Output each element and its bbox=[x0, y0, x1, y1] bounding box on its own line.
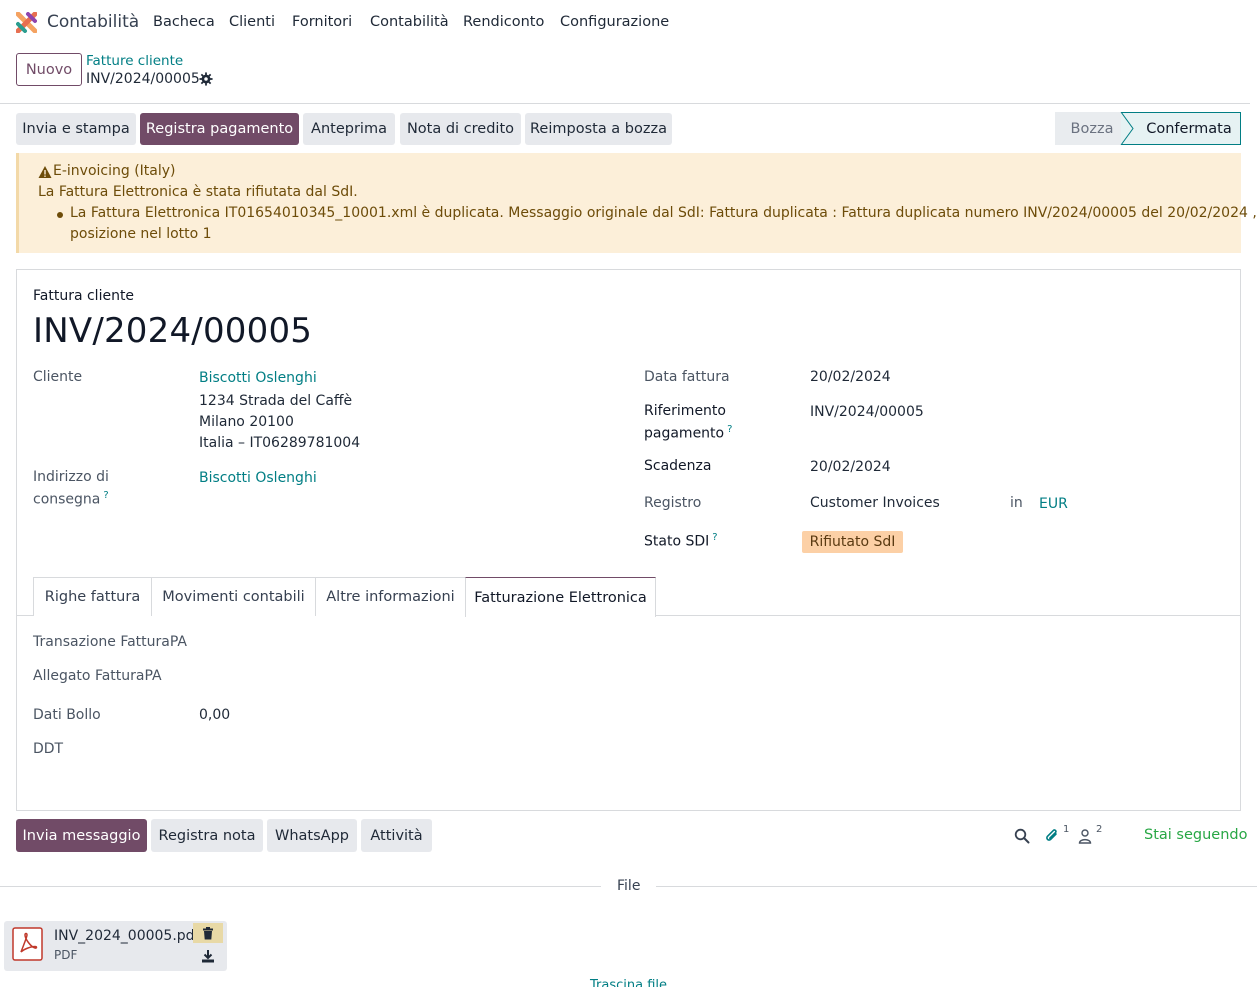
breadcrumb-parent[interactable]: Fatture cliente bbox=[86, 53, 183, 69]
document-name: INV/2024/00005 bbox=[33, 311, 313, 351]
whatsapp-button[interactable]: WhatsApp bbox=[267, 819, 357, 852]
help-icon[interactable]: ? bbox=[103, 490, 108, 501]
ddt-label: DDT bbox=[33, 741, 64, 757]
fatturapa-transaction-label: Transazione FatturaPA bbox=[33, 634, 187, 650]
menu-fornitori[interactable]: Fornitori bbox=[292, 14, 352, 30]
invoice-date-label: Data fattura bbox=[644, 369, 730, 385]
user-icon[interactable] bbox=[1077, 828, 1093, 844]
preview-button[interactable]: Anteprima bbox=[303, 113, 395, 145]
due-date-label: Scadenza bbox=[644, 458, 712, 474]
address-line1: 1234 Strada del Caffè bbox=[199, 393, 353, 409]
due-date-field[interactable]: 20/02/2024 bbox=[810, 459, 891, 475]
payment-ref-field[interactable]: INV/2024/00005 bbox=[810, 404, 924, 420]
alert-detail-line2: posizione nel lotto 1 bbox=[70, 226, 212, 242]
download-icon[interactable] bbox=[201, 949, 215, 963]
menu-clienti[interactable]: Clienti bbox=[229, 14, 275, 30]
menu-bacheca[interactable]: Bacheca bbox=[153, 14, 215, 30]
send-message-button[interactable]: Invia messaggio bbox=[16, 819, 147, 852]
followers-count: 2 bbox=[1096, 824, 1103, 835]
activities-button[interactable]: Attività bbox=[361, 819, 432, 852]
customer-link[interactable]: Biscotti Oslenghi bbox=[199, 370, 317, 386]
paperclip-icon[interactable] bbox=[1044, 828, 1060, 844]
journal-label: Registro bbox=[644, 495, 702, 511]
credit-note-button[interactable]: Nota di credito bbox=[400, 113, 521, 145]
register-payment-button[interactable]: Registra pagamento bbox=[140, 113, 299, 145]
invoice-date-field[interactable]: 20/02/2024 bbox=[810, 369, 891, 385]
alert-title: E-invoicing (Italy) bbox=[53, 163, 176, 179]
app-name[interactable]: Contabilità bbox=[47, 12, 139, 32]
gear-icon[interactable] bbox=[199, 72, 213, 86]
bullet-dot bbox=[57, 212, 63, 218]
status-arrow bbox=[1113, 112, 1134, 145]
send-print-button[interactable]: Invia e stampa bbox=[16, 113, 136, 145]
tab-invoice-lines[interactable]: Righe fattura bbox=[33, 577, 152, 616]
following-toggle[interactable]: Stai seguendo bbox=[1144, 827, 1247, 843]
delivery-address-link[interactable]: Biscotti Oslenghi bbox=[199, 470, 317, 486]
upload-link[interactable]: Trascina file bbox=[590, 978, 667, 987]
tab-journal-items[interactable]: Movimenti contabili bbox=[151, 577, 316, 616]
alert-detail-line1: La Fattura Elettronica IT01654010345_100… bbox=[70, 205, 1257, 221]
delete-attachment-button[interactable] bbox=[193, 923, 223, 943]
menu-contabilita[interactable]: Contabilità bbox=[370, 14, 449, 30]
payment-ref-label-2: pagamento? bbox=[644, 424, 733, 442]
journal-field[interactable]: Customer Invoices bbox=[810, 495, 940, 511]
status-confirmed[interactable]: Confermata bbox=[1121, 112, 1241, 145]
files-divider-left bbox=[0, 886, 601, 887]
accounting-app-icon[interactable] bbox=[16, 12, 37, 33]
top-navbar: Contabilità Bacheca Clienti Fornitori Co… bbox=[0, 0, 1257, 46]
status-bar: Bozza Confermata bbox=[1055, 112, 1241, 145]
fatturapa-attachment-label: Allegato FatturaPA bbox=[33, 668, 162, 684]
address-line2: Milano 20100 bbox=[199, 414, 294, 430]
reset-draft-button[interactable]: Reimposta a bozza bbox=[525, 113, 672, 145]
in-label: in bbox=[1010, 495, 1023, 511]
alert-message: La Fattura Elettronica è stata rifiutata… bbox=[38, 184, 358, 200]
menu-rendiconto[interactable]: Rendiconto bbox=[463, 14, 544, 30]
menu-configurazione[interactable]: Configurazione bbox=[560, 14, 669, 30]
stamp-field[interactable]: 0,00 bbox=[199, 707, 230, 723]
delivery-label-2: consegna? bbox=[33, 490, 109, 508]
log-note-button[interactable]: Registra nota bbox=[151, 819, 263, 852]
payment-ref-label-1: Riferimento bbox=[644, 403, 726, 419]
tab-other-info[interactable]: Altre informazioni bbox=[315, 577, 466, 616]
help-icon[interactable]: ? bbox=[712, 532, 717, 543]
attachment-type: PDF bbox=[54, 948, 78, 962]
address-line3: Italia – IT06289781004 bbox=[199, 435, 361, 451]
files-divider-right bbox=[656, 886, 1257, 887]
stamp-label: Dati Bollo bbox=[33, 707, 101, 723]
trash-icon bbox=[203, 926, 213, 939]
breadcrumb-current: INV/2024/00005 bbox=[86, 71, 200, 87]
delivery-label-1: Indirizzo di bbox=[33, 469, 109, 485]
sdi-state-label: Stato SDI? bbox=[644, 532, 718, 550]
files-title: File bbox=[617, 878, 641, 894]
einvoice-alert: E-invoicing (Italy) La Fattura Elettroni… bbox=[16, 153, 1257, 253]
tab-einvoicing[interactable]: Fatturazione Elettronica bbox=[465, 577, 656, 617]
help-icon[interactable]: ? bbox=[727, 424, 732, 435]
new-button[interactable]: Nuovo bbox=[16, 53, 82, 86]
document-type: Fattura cliente bbox=[33, 288, 135, 304]
attachments-count: 1 bbox=[1063, 824, 1070, 835]
sdi-state-badge: Rifiutato SdI bbox=[802, 531, 903, 553]
attachment-name: INV_2024_00005.pdf bbox=[54, 928, 200, 944]
search-icon[interactable] bbox=[1014, 828, 1030, 844]
pdf-file-icon bbox=[12, 927, 43, 961]
currency-link[interactable]: EUR bbox=[1039, 496, 1068, 512]
customer-label: Cliente bbox=[33, 369, 83, 385]
warning-icon bbox=[38, 166, 52, 178]
header-divider bbox=[0, 103, 1250, 104]
attachment-card[interactable]: INV_2024_00005.pdf PDF bbox=[4, 921, 227, 971]
